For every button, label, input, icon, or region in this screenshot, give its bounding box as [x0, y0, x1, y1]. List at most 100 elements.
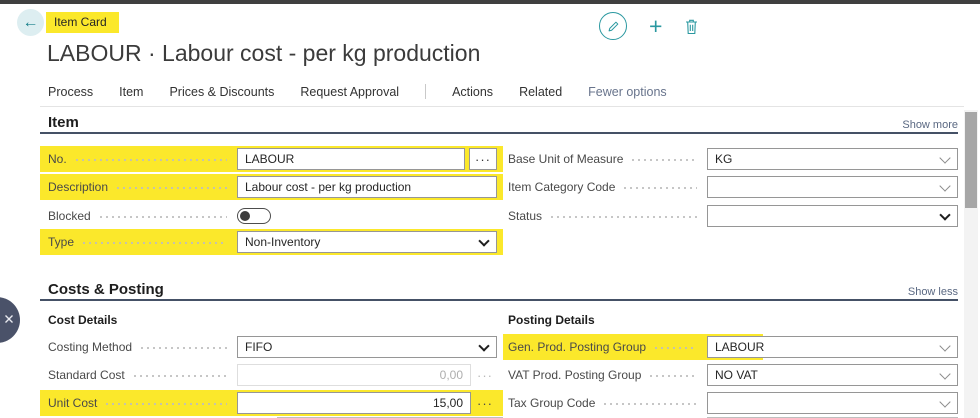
- menu-item-item[interactable]: Item: [119, 85, 143, 99]
- leader-dots: [74, 146, 227, 172]
- chevron-down-icon: [478, 340, 489, 351]
- unit-cost-assist-edit-button[interactable]: ···: [477, 396, 497, 411]
- gen-prod-posting-group-combobox[interactable]: LABOUR: [707, 336, 958, 358]
- standard-cost-assist-edit-button[interactable]: ···: [477, 368, 497, 383]
- leader-dots: [653, 334, 697, 360]
- field-row-standard-cost: Standard Cost 0,00 ···: [40, 362, 503, 388]
- costs-section-header: Costs & Posting Show less: [40, 281, 958, 298]
- menubar-divider: [425, 84, 426, 99]
- scrollbar-thumb[interactable]: [965, 112, 977, 208]
- field-row-item-category: Item Category Code: [503, 174, 958, 200]
- toggle-knob-icon: [240, 211, 250, 221]
- tax-group-code-combobox[interactable]: [707, 392, 958, 414]
- leader-dots: [549, 203, 697, 229]
- field-label-vat-prod-posting-group: VAT Prod. Posting Group: [508, 368, 641, 382]
- leader-dots: [98, 203, 227, 229]
- delete-trash-icon: [684, 18, 699, 35]
- base-unit-combobox[interactable]: KG: [707, 148, 958, 170]
- menu-item-actions[interactable]: Actions: [452, 85, 493, 99]
- item-card-page: ← Item Card + LABOUR · Labour cost - per…: [0, 0, 980, 418]
- menu-item-related[interactable]: Related: [519, 85, 562, 99]
- pane-close-button[interactable]: [0, 297, 20, 343]
- no-assist-edit-button[interactable]: ···: [469, 148, 497, 170]
- no-input[interactable]: LABOUR: [237, 148, 465, 170]
- item-category-combobox[interactable]: [707, 176, 958, 198]
- delete-button[interactable]: [684, 18, 699, 35]
- close-x-icon: [4, 314, 14, 324]
- field-label-item-category: Item Category Code: [508, 180, 615, 194]
- field-label-standard-cost: Standard Cost: [48, 368, 125, 382]
- menu-item-fewer-options[interactable]: Fewer options: [588, 85, 667, 99]
- menu-item-process[interactable]: Process: [48, 85, 93, 99]
- field-row-blocked: Blocked: [40, 203, 503, 229]
- chevron-down-icon: [939, 209, 950, 220]
- section-title-item: Item: [40, 114, 79, 131]
- unit-cost-input[interactable]: 15,00: [237, 392, 471, 414]
- field-label-type: Type: [48, 235, 74, 249]
- field-row-status: Status: [503, 203, 958, 229]
- new-button[interactable]: +: [647, 15, 664, 38]
- edit-pencil-icon: [606, 19, 621, 34]
- page-title: LABOUR · Labour cost - per kg production: [47, 40, 480, 67]
- field-row-type: Type Non-Inventory: [40, 229, 503, 255]
- subheading-posting-details: Posting Details: [508, 313, 595, 327]
- leader-dots: [630, 146, 697, 172]
- chevron-down-icon: [939, 180, 950, 191]
- leader-dots: [104, 390, 227, 416]
- field-label-unit-cost: Unit Cost: [48, 396, 97, 410]
- leader-dots: [115, 174, 227, 200]
- section-title-costs-posting: Costs & Posting: [40, 281, 164, 298]
- item-section-header: Item Show more: [40, 114, 958, 131]
- field-label-description: Description: [48, 180, 108, 194]
- edit-button[interactable]: [599, 12, 627, 40]
- field-label-status: Status: [508, 209, 542, 223]
- chevron-down-icon: [939, 340, 950, 351]
- back-button[interactable]: ←: [17, 9, 44, 36]
- chevron-down-icon: [939, 152, 950, 163]
- leader-dots: [648, 362, 697, 388]
- blocked-toggle[interactable]: [237, 208, 271, 224]
- field-row-base-unit: Base Unit of Measure KG: [503, 146, 958, 172]
- show-less-link[interactable]: Show less: [908, 286, 958, 298]
- field-label-tax-group-code: Tax Group Code: [508, 396, 595, 410]
- action-menubar: Process Item Prices & Discounts Request …: [48, 84, 667, 99]
- page-actions: +: [599, 12, 699, 40]
- menubar-rule: [40, 106, 964, 107]
- back-arrow-icon: ←: [23, 14, 39, 32]
- field-row-description: Description Labour cost - per kg product…: [40, 174, 503, 200]
- field-label-costing-method: Costing Method: [48, 340, 132, 354]
- status-select[interactable]: [707, 205, 958, 227]
- field-row-costing-method: Costing Method FIFO: [40, 334, 503, 360]
- field-row-unit-cost: Unit Cost 15,00 ···: [40, 390, 503, 416]
- item-section-rule: [40, 132, 958, 134]
- leader-dots: [602, 390, 697, 416]
- vat-prod-posting-group-combobox[interactable]: NO VAT: [707, 364, 958, 386]
- menu-item-request-approval[interactable]: Request Approval: [300, 85, 399, 99]
- type-select[interactable]: Non-Inventory: [237, 231, 497, 253]
- window-top-strip: [0, 0, 980, 4]
- chevron-down-icon: [939, 368, 950, 379]
- field-label-gen-prod-posting-group: Gen. Prod. Posting Group: [508, 340, 646, 354]
- field-row-no: No. LABOUR ···: [40, 146, 503, 172]
- subheading-cost-details: Cost Details: [48, 313, 117, 327]
- chevron-down-icon: [478, 235, 489, 246]
- field-row-gen-prod-posting-group: Gen. Prod. Posting Group LABOUR: [503, 334, 958, 360]
- field-label-blocked: Blocked: [48, 209, 91, 223]
- costs-section-rule: [40, 299, 958, 301]
- costing-method-select[interactable]: FIFO: [237, 336, 497, 358]
- breadcrumb[interactable]: Item Card: [46, 12, 119, 33]
- leader-dots: [622, 174, 697, 200]
- show-more-link[interactable]: Show more: [902, 119, 958, 131]
- standard-cost-input: 0,00: [237, 364, 471, 386]
- leader-dots: [132, 362, 227, 388]
- field-label-no: No.: [48, 152, 67, 166]
- field-row-vat-prod-posting-group: VAT Prod. Posting Group NO VAT: [503, 362, 958, 388]
- field-row-tax-group-code: Tax Group Code: [503, 390, 958, 416]
- leader-dots: [139, 334, 227, 360]
- description-input[interactable]: Labour cost - per kg production: [237, 176, 497, 198]
- menu-item-prices-discounts[interactable]: Prices & Discounts: [169, 85, 274, 99]
- field-label-base-unit: Base Unit of Measure: [508, 152, 623, 166]
- vertical-scrollbar[interactable]: [964, 110, 978, 418]
- add-plus-icon: +: [649, 13, 662, 39]
- chevron-down-icon: [939, 396, 950, 407]
